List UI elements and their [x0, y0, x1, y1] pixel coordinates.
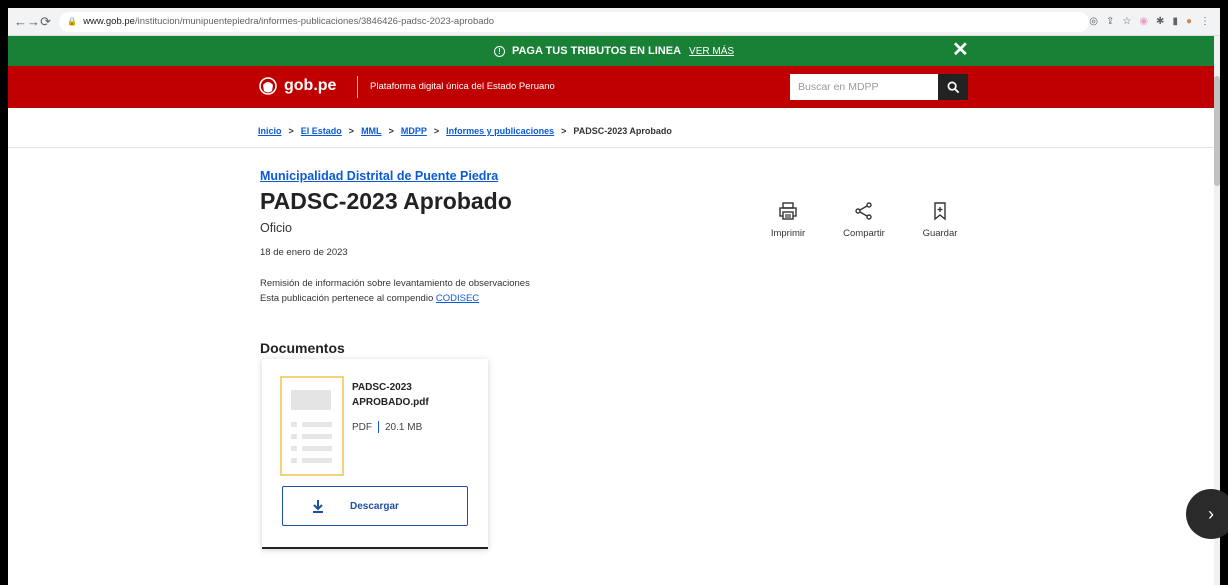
- chevron-right-icon: >: [348, 126, 355, 136]
- organization-link[interactable]: Municipalidad Distrital de Puente Piedra: [260, 169, 498, 183]
- save-button[interactable]: Guardar: [906, 201, 974, 239]
- action-bar: Imprimir Compartir Guardar: [754, 201, 982, 239]
- breadcrumb-el-estado[interactable]: El Estado: [301, 126, 342, 136]
- url-domain: www.gob.pe: [83, 16, 135, 27]
- search-button[interactable]: [938, 74, 968, 100]
- header-tagline: Plataforma digital única del Estado Peru…: [370, 81, 555, 92]
- browser-toolbar: ← → ⟳ 🔒 www.gob.pe /institucion/munipuen…: [8, 8, 1220, 36]
- download-label: Descargar: [350, 500, 399, 512]
- breadcrumb-divider: [8, 147, 1220, 148]
- header-divider: [357, 76, 358, 98]
- pdf-thumbnail-icon[interactable]: [280, 376, 344, 476]
- breadcrumb-current: PADSC-2023 Aprobado: [573, 126, 672, 136]
- search-box: [790, 74, 968, 100]
- scrollbar-thumb[interactable]: [1214, 76, 1220, 186]
- share-icon: [855, 202, 872, 220]
- document-type: Oficio: [260, 221, 292, 235]
- lens-icon[interactable]: ◎: [1089, 16, 1098, 27]
- extension-icon[interactable]: ◉: [1139, 16, 1148, 27]
- reload-icon[interactable]: ⟳: [40, 12, 51, 32]
- chevron-right-icon: >: [561, 126, 567, 136]
- chevron-right-icon: >: [433, 126, 440, 136]
- meta-divider: [378, 421, 379, 433]
- share-page-icon[interactable]: ⇪: [1106, 16, 1114, 27]
- document-file-name: PADSC-2023 APROBADO.pdf: [352, 382, 429, 408]
- brand-name: gob.pe: [284, 77, 337, 94]
- browser-window: ← → ⟳ 🔒 www.gob.pe /institucion/munipuen…: [8, 8, 1220, 585]
- compendium-link[interactable]: CODISEC: [436, 293, 479, 304]
- breadcrumb-mml[interactable]: MML: [361, 126, 382, 136]
- banner-more-link[interactable]: VER MÁS: [689, 46, 734, 57]
- profile-avatar-icon[interactable]: ●: [1186, 16, 1192, 27]
- breadcrumb: Inicio > El Estado > MML > MDPP > Inform…: [258, 126, 672, 136]
- back-icon[interactable]: ←: [14, 12, 27, 32]
- close-icon[interactable]: ✕: [952, 40, 969, 60]
- save-label: Guardar: [922, 228, 958, 239]
- sidepanel-icon[interactable]: ▮: [1172, 16, 1178, 27]
- address-bar[interactable]: 🔒 www.gob.pe /institucion/munipuentepied…: [59, 11, 1090, 32]
- printer-icon: [779, 202, 797, 220]
- url-path: /institucion/munipuentepiedra/informes-p…: [134, 16, 495, 27]
- document-card: PADSC-2023 APROBADO.pdf PDF 20.1 MB Desc…: [262, 359, 488, 549]
- file-type: PDF: [352, 421, 372, 433]
- search-icon: [947, 81, 959, 93]
- documents-heading: Documentos: [260, 340, 345, 356]
- extension-icons: ◎ ⇪ ☆ ◉ ✱ ▮ ● ⋮: [1089, 16, 1214, 27]
- compendium-prefix: Esta publicación pertenece al compendio: [260, 293, 434, 304]
- chat-icon: ›: [1208, 503, 1214, 524]
- compendium-line: Esta publicación pertenece al compendio …: [260, 293, 479, 304]
- document-meta: PDF 20.1 MB: [352, 421, 422, 433]
- share-label: Compartir: [843, 228, 885, 239]
- forward-icon[interactable]: →: [27, 12, 40, 32]
- shield-icon: [259, 77, 277, 95]
- breadcrumb-informes[interactable]: Informes y publicaciones: [446, 126, 554, 136]
- menu-kebab-icon[interactable]: ⋮: [1200, 16, 1210, 27]
- info-icon: !: [493, 45, 505, 57]
- puzzle-icon[interactable]: ✱: [1156, 16, 1164, 27]
- chevron-right-icon: >: [388, 126, 394, 136]
- bookmark-star-icon[interactable]: ☆: [1122, 16, 1131, 27]
- print-label: Imprimir: [770, 228, 806, 239]
- description: Remisión de información sobre levantamie…: [260, 278, 530, 289]
- page-title: PADSC-2023 Aprobado: [260, 188, 512, 214]
- print-button[interactable]: Imprimir: [754, 201, 822, 239]
- download-icon: [313, 500, 323, 513]
- lock-icon: 🔒: [67, 17, 78, 26]
- publication-date: 18 de enero de 2023: [260, 247, 348, 258]
- share-button[interactable]: Compartir: [830, 201, 898, 239]
- breadcrumb-mdpp[interactable]: MDPP: [401, 126, 427, 136]
- banner-text: PAGA TUS TRIBUTOS EN LINEA: [511, 45, 682, 57]
- search-input[interactable]: [790, 74, 938, 100]
- file-size: 20.1 MB: [385, 421, 423, 433]
- site-header: gob.pe Plataforma digital única del Esta…: [8, 66, 1220, 108]
- download-button[interactable]: Descargar: [282, 486, 468, 526]
- chevron-right-icon: >: [288, 126, 294, 136]
- breadcrumb-inicio[interactable]: Inicio: [258, 126, 282, 136]
- bookmark-icon: [934, 202, 946, 221]
- tax-banner: ! PAGA TUS TRIBUTOS EN LINEA VER MÁS ✕: [8, 36, 1220, 66]
- gob-logo[interactable]: gob.pe: [258, 76, 336, 96]
- floating-chat-button[interactable]: ›: [1186, 489, 1228, 539]
